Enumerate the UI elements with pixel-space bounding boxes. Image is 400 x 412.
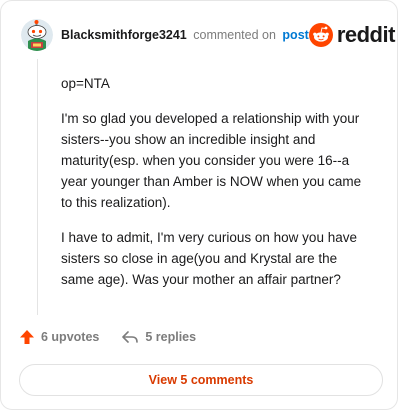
comment-paragraph: I'm so glad you developed a relationship… <box>61 111 362 210</box>
reddit-wordmark: reddit <box>336 22 396 47</box>
snoo-avatar-icon <box>21 19 53 51</box>
reddit-logo[interactable]: reddit <box>308 22 396 47</box>
replies-count: 5 replies <box>145 330 197 344</box>
comment-meta: Blacksmithforge3241 commented on post <box>61 29 309 42</box>
upvote-arrow-icon <box>20 330 34 344</box>
comment-actions: 6 upvotes 5 replies <box>19 329 196 345</box>
comment-header: Blacksmithforge3241 commented on post re… <box>21 19 395 51</box>
thread-line[interactable] <box>37 59 38 315</box>
reply-arrow-icon <box>122 331 139 343</box>
commented-on-label: commented on <box>193 27 276 42</box>
comment-paragraph: op=NTA <box>61 76 110 91</box>
username[interactable]: Blacksmithforge3241 <box>61 28 187 42</box>
replies-button[interactable]: 5 replies <box>121 329 196 345</box>
comment-paragraph: I have to admit, I'm very curious on how… <box>61 230 357 287</box>
comment-body: op=NTA I'm so glad you developed a relat… <box>61 73 373 304</box>
comment-card: Blacksmithforge3241 commented on post re… <box>0 0 398 410</box>
upvote-button[interactable]: 6 upvotes <box>19 329 99 345</box>
upvote-count: 6 upvotes <box>41 330 100 344</box>
avatar[interactable] <box>21 19 53 51</box>
reddit-snoo-icon <box>308 23 333 47</box>
view-comments-button[interactable]: View 5 comments <box>19 364 383 396</box>
post-link[interactable]: post <box>282 28 308 42</box>
